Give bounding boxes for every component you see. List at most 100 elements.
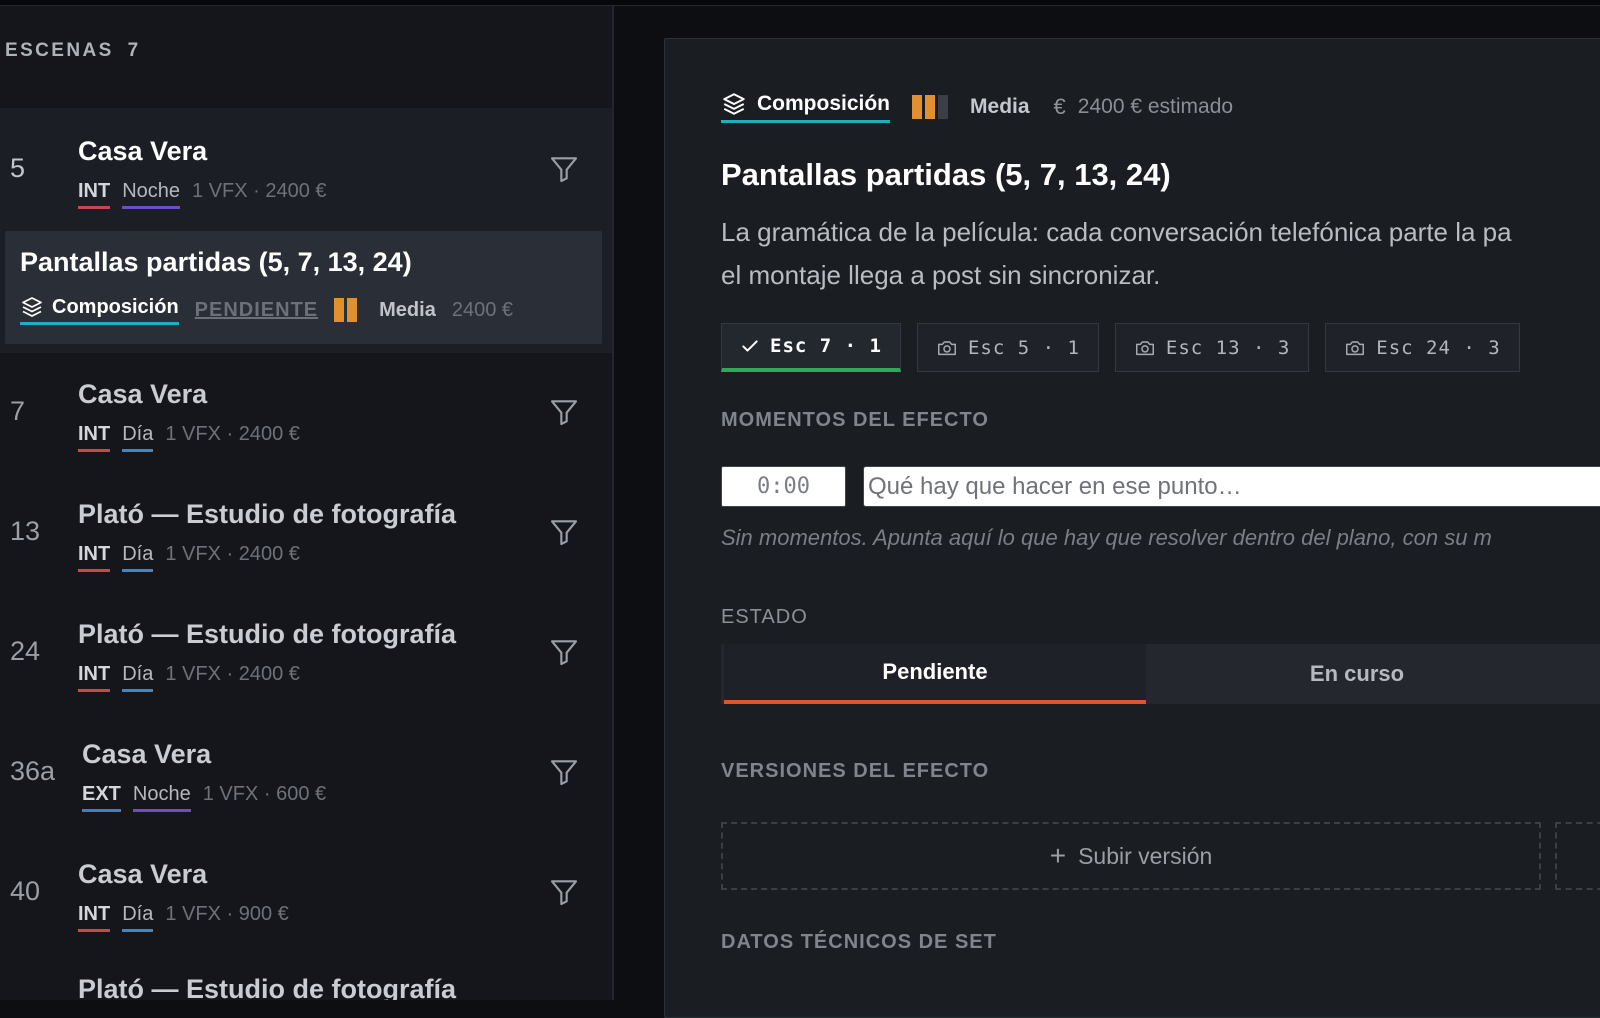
- int-ext-tag: INT: [78, 180, 111, 209]
- scene-meta: INT Día 1 VFX · 2400 €: [78, 663, 300, 692]
- shot-chip-esc-5[interactable]: Esc 5 · 1: [916, 323, 1099, 372]
- effect-title: Pantallas partidas (5, 7, 13, 24): [721, 157, 1171, 192]
- scene-meta: EXT Noche 1 VFX · 600 €: [82, 783, 326, 812]
- scene-number: 40: [10, 876, 41, 906]
- scene-number: 13: [10, 516, 41, 546]
- scene-vfx-summary: 1 VFX · 2400 €: [165, 543, 300, 565]
- camera-icon: [1346, 340, 1365, 355]
- effect-type-label: Composición: [757, 92, 891, 115]
- int-ext-tag: EXT: [82, 783, 121, 812]
- filter-icon[interactable]: [548, 516, 580, 548]
- shot-chip-label: Esc 24 · 3: [1376, 336, 1501, 359]
- scene-item-24[interactable]: 24 Plató — Estudio de fotografía INT Día…: [0, 610, 612, 720]
- shot-chip-label: Esc 7 · 1: [770, 335, 882, 357]
- effect-card[interactable]: Pantallas partidas (5, 7, 13, 24) Compos…: [5, 231, 602, 344]
- scene-item-7[interactable]: 7 Casa Vera INT Día 1 VFX · 2400 €: [0, 370, 612, 480]
- layers-icon: [723, 93, 745, 115]
- effect-type-label: Composición: [52, 295, 179, 318]
- filter-icon[interactable]: [548, 153, 580, 185]
- scene-number: 5: [10, 153, 26, 183]
- effect-estimate: 2400 € estimado: [1077, 95, 1234, 118]
- priority-bars-icon: [912, 95, 949, 119]
- time-of-day-tag: Día: [122, 423, 154, 452]
- moment-text-input[interactable]: Qué hay que hacer en ese punto…: [863, 466, 1600, 507]
- state-option-en-curso[interactable]: En curso: [1146, 644, 1568, 704]
- int-ext-tag: INT: [78, 663, 111, 692]
- effect-type: Composición: [20, 295, 179, 325]
- filter-icon[interactable]: [548, 396, 580, 428]
- scene-number: 24: [10, 636, 41, 666]
- check-icon: [742, 340, 758, 352]
- time-of-day-tag: Noche: [132, 783, 191, 812]
- shot-chip-esc-7[interactable]: Esc 7 · 1: [721, 323, 901, 372]
- filter-icon[interactable]: [548, 876, 580, 908]
- moments-empty-hint: Sin momentos. Apunta aquí lo que hay que…: [721, 525, 1492, 550]
- layers-icon: [22, 297, 42, 317]
- upload-dropzone-secondary[interactable]: [1555, 822, 1600, 890]
- scene-meta: INT Día 1 VFX · 2400 €: [78, 543, 300, 572]
- time-of-day-tag: Día: [122, 663, 154, 692]
- scenes-count: 7: [127, 40, 141, 61]
- scene-meta: INT Día 1 VFX · 900 €: [78, 903, 289, 932]
- effect-detail-panel: Composición Media € 2400 € estimado Pant…: [664, 38, 1600, 1018]
- scene-vfx-summary: 1 VFX · 2400 €: [165, 423, 300, 445]
- moments-section-label: MOMENTOS DEL EFECTO: [721, 409, 989, 431]
- scene-number: 36a: [10, 756, 56, 786]
- scene-item-partial[interactable]: Plató — Estudio de fotografía: [0, 970, 612, 1000]
- moment-time-input[interactable]: 0:00: [721, 466, 846, 507]
- int-ext-tag: INT: [78, 543, 111, 572]
- scene-title: Casa Vera: [78, 136, 208, 166]
- scene-vfx-summary: 1 VFX · 600 €: [202, 783, 327, 805]
- camera-icon: [1135, 340, 1154, 355]
- camera-icon: [937, 340, 956, 355]
- shot-chip-label: Esc 13 · 3: [1165, 336, 1291, 359]
- effect-cost: 2400 €: [451, 298, 513, 321]
- upload-version-button[interactable]: + Subir versión: [721, 822, 1541, 890]
- description-line: La gramática de la película: cada conver…: [721, 217, 1512, 247]
- scene-meta: INT Noche 1 VFX · 2400 €: [78, 180, 327, 209]
- state-section-label: ESTADO: [721, 606, 808, 628]
- description-line: el montaje llega a post sin sincronizar.: [721, 260, 1161, 290]
- versions-section-label: VERSIONES DEL EFECTO: [721, 760, 990, 782]
- scene-vfx-summary: 1 VFX · 2400 €: [165, 663, 300, 685]
- scene-number: 7: [10, 396, 26, 426]
- scene-title: Plató — Estudio de fotografía: [78, 499, 457, 529]
- scene-item-40[interactable]: 40 Casa Vera INT Día 1 VFX · 900 €: [0, 850, 612, 960]
- int-ext-tag: INT: [78, 903, 111, 932]
- plus-icon: +: [1049, 840, 1067, 871]
- shot-chip-esc-24[interactable]: Esc 24 · 3: [1325, 323, 1520, 372]
- scenes-sidebar: ESCENAS 7 5 Casa Vera INT Noche 1 VFX · 2…: [0, 6, 614, 1000]
- int-ext-tag: INT: [78, 423, 111, 452]
- shot-chip-esc-13[interactable]: Esc 13 · 3: [1114, 323, 1310, 372]
- scenes-header-label: ESCENAS: [5, 40, 114, 61]
- filter-icon[interactable]: [548, 756, 580, 788]
- shot-chips: Esc 7 · 1 Esc 5 · 1 Esc 13 · 3 Esc 24 · …: [721, 323, 1520, 372]
- scene-title: Casa Vera: [78, 859, 208, 889]
- upload-version-label: Subir versión: [1078, 842, 1213, 869]
- time-of-day-tag: Día: [122, 543, 154, 572]
- scene-meta: INT Día 1 VFX · 2400 €: [78, 423, 300, 452]
- effect-status: PENDIENTE: [194, 298, 319, 321]
- scenes-header: ESCENAS 7: [5, 40, 141, 62]
- effect-priority: Media: [379, 298, 436, 321]
- tech-data-section-label: DATOS TÉCNICOS DE SET: [721, 931, 997, 953]
- state-selector: Pendiente En curso: [721, 644, 1600, 704]
- time-of-day-tag: Día: [122, 903, 154, 932]
- effect-header: Composición Media € 2400 € estimado: [721, 91, 1233, 123]
- scene-title: Plató — Estudio de fotografía: [78, 619, 457, 649]
- scene-item-13[interactable]: 13 Plató — Estudio de fotografía INT Día…: [0, 490, 612, 600]
- filter-icon[interactable]: [548, 636, 580, 668]
- effect-title: Pantallas partidas (5, 7, 13, 24): [20, 247, 412, 277]
- effect-type: Composición: [721, 91, 891, 123]
- effect-priority: Media: [970, 95, 1030, 118]
- scene-vfx-summary: 1 VFX · 2400 €: [192, 180, 327, 202]
- scene-item-36a[interactable]: 36a Casa Vera EXT Noche 1 VFX · 600 €: [0, 730, 612, 840]
- scene-title: Casa Vera: [82, 739, 212, 769]
- time-of-day-tag: Noche: [122, 180, 181, 209]
- state-option-pendiente[interactable]: Pendiente: [724, 644, 1146, 704]
- shot-chip-label: Esc 5 · 1: [967, 336, 1080, 359]
- scene-vfx-summary: 1 VFX · 900 €: [165, 903, 289, 925]
- scene-title: Plató — Estudio de fotografía: [78, 974, 457, 1000]
- scene-title: Casa Vera: [78, 379, 208, 409]
- effect-meta: Composición PENDIENTE Media 2400 €: [20, 295, 513, 325]
